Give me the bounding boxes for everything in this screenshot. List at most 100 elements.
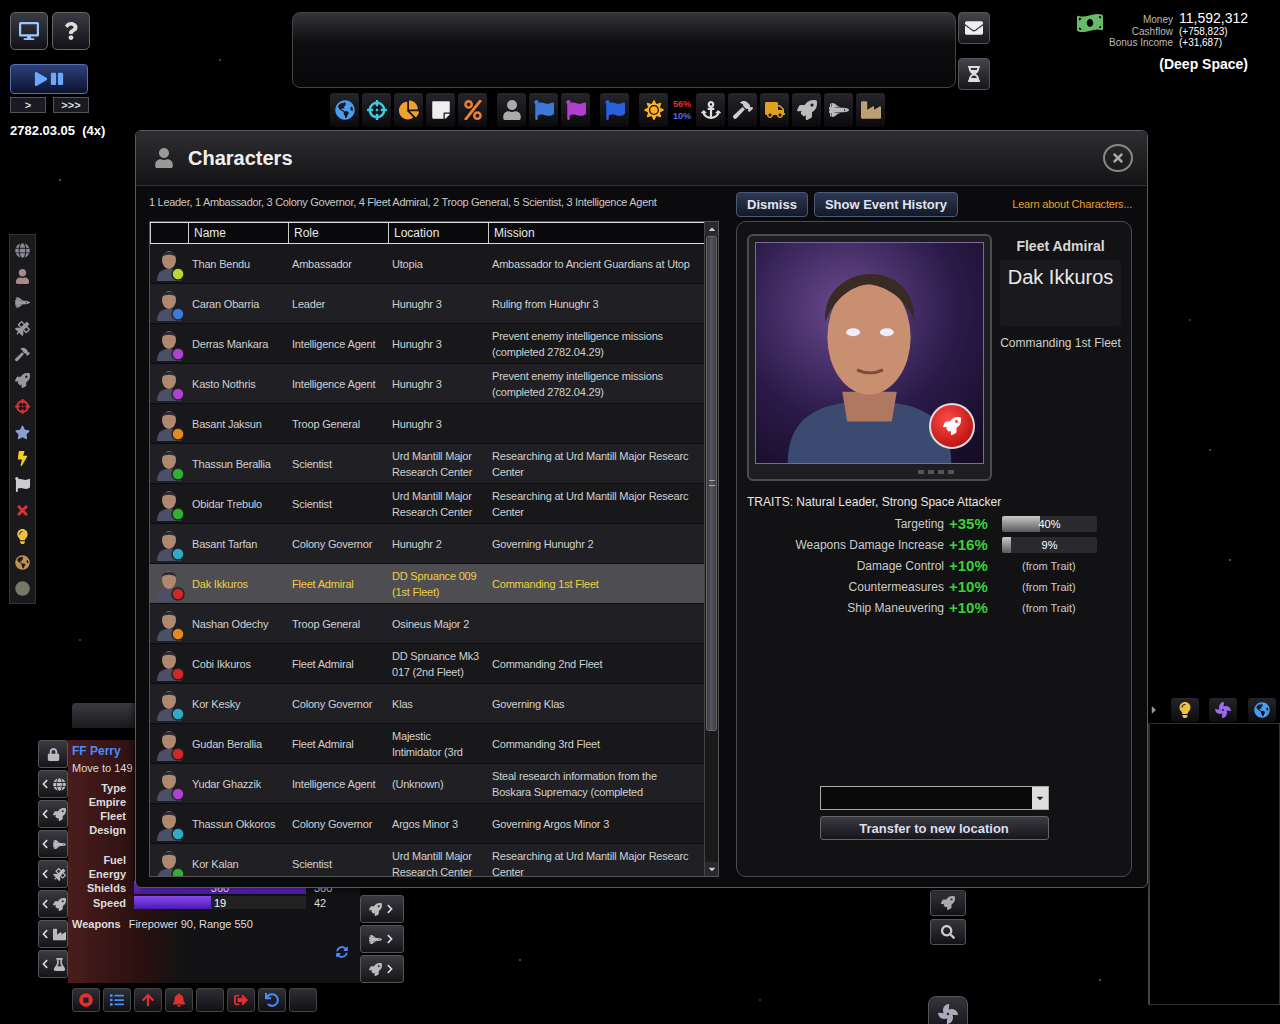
speed-button[interactable]: >	[10, 97, 46, 113]
toolbar-button[interactable]	[824, 93, 853, 127]
table-row[interactable]: Kor KalanScientistUrd Mantill MajorResea…	[150, 844, 704, 877]
map-tool-button[interactable]	[930, 890, 966, 916]
ship-action-button[interactable]	[165, 988, 193, 1012]
ship-nav-button[interactable]	[38, 770, 68, 798]
ship-label: Speed	[72, 897, 126, 909]
ship-nav-button[interactable]	[360, 895, 404, 923]
toolbar-button[interactable]	[856, 93, 885, 127]
table-row[interactable]: Basant TarfanColony GovernorHunughr 2Gov…	[150, 524, 704, 564]
learn-link[interactable]: Learn about Characters...	[1012, 198, 1132, 210]
zoom-button[interactable]	[930, 919, 966, 945]
ship-action-button[interactable]	[134, 988, 162, 1012]
dock-button[interactable]	[1248, 698, 1276, 722]
left-toolbar-button[interactable]	[10, 445, 35, 471]
left-toolbar-button[interactable]	[10, 497, 35, 523]
toolbar-button[interactable]	[561, 93, 590, 127]
toolbar-button[interactable]	[394, 93, 423, 127]
ship-nav-button[interactable]	[38, 800, 68, 828]
scrollbar[interactable]	[704, 222, 718, 876]
ship-action-button[interactable]	[72, 988, 100, 1012]
ship-nav-button[interactable]	[38, 950, 68, 978]
scroll-thumb[interactable]	[706, 236, 717, 731]
character-avatar-icon	[153, 847, 185, 878]
speed-button[interactable]: >>>	[53, 97, 89, 113]
left-toolbar-button[interactable]	[10, 289, 35, 315]
left-toolbar-button[interactable]	[10, 523, 35, 549]
scroll-up[interactable]	[705, 222, 718, 236]
toolbar-button[interactable]	[362, 93, 391, 127]
toolbar-button[interactable]	[728, 93, 757, 127]
left-toolbar-button[interactable]	[10, 263, 35, 289]
left-toolbar-button[interactable]	[10, 471, 35, 497]
close-button[interactable]	[1103, 144, 1133, 172]
left-toolbar-button[interactable]	[10, 341, 35, 367]
left-toolbar-button[interactable]	[10, 419, 35, 445]
left-toolbar	[9, 234, 36, 604]
table-row[interactable]: Kor KeskyColony GovernorKlasGoverning Kl…	[150, 684, 704, 724]
toolbar-button[interactable]	[792, 93, 821, 127]
toolbar-button[interactable]	[696, 93, 725, 127]
left-toolbar-button[interactable]	[10, 367, 35, 393]
galaxy-map-button[interactable]	[928, 996, 968, 1024]
header-cell[interactable]: Location	[388, 223, 488, 243]
transfer-button[interactable]: Transfer to new location	[820, 816, 1049, 840]
toolbar-button[interactable]	[458, 93, 487, 127]
left-toolbar-button[interactable]	[10, 549, 35, 575]
ship-action-button[interactable]	[258, 988, 286, 1012]
ship-nav-button[interactable]	[38, 740, 68, 768]
toolbar-button[interactable]	[497, 93, 526, 127]
cell-line: Osineus Major 2	[392, 616, 484, 632]
table-row[interactable]: Cobi IkkurosFleet AdmiralDD Spruance Mk3…	[150, 644, 704, 684]
cell-line: Governing Argos Minor 3	[492, 816, 700, 832]
header-cell[interactable]: Name	[188, 223, 288, 243]
table-row[interactable]: Obidar TrebuloScientistUrd Mantill Major…	[150, 484, 704, 524]
action-button[interactable]: Show Event History	[814, 192, 958, 217]
header-cell[interactable]: Role	[288, 223, 388, 243]
table-row[interactable]: Kasto NothrisIntelligence AgentHunughr 3…	[150, 364, 704, 404]
left-toolbar-button[interactable]	[10, 575, 35, 601]
toolbar-button[interactable]	[426, 93, 455, 127]
ship-nav-button[interactable]	[38, 920, 68, 948]
dock-button[interactable]	[1209, 698, 1237, 722]
table-row[interactable]: Thassun OkkorosColony GovernorArgos Mino…	[150, 804, 704, 844]
toolbar-button[interactable]	[600, 93, 629, 127]
table-row[interactable]: Than BenduAmbassadorUtopiaAmbassador to …	[150, 244, 704, 284]
main-menu-button[interactable]	[10, 12, 48, 50]
ship-action-button[interactable]	[196, 988, 224, 1012]
ship-nav-button[interactable]	[38, 890, 68, 918]
ship-action-button[interactable]	[103, 988, 131, 1012]
dropdown-arrow[interactable]	[1032, 787, 1048, 809]
table-row[interactable]: Thassun BeralliaScientistUrd Mantill Maj…	[150, 444, 704, 484]
location-dropdown[interactable]	[820, 786, 1049, 810]
left-toolbar-button[interactable]	[10, 315, 35, 341]
table-row[interactable]: Yudar GhazzikIntelligence Agent(Unknown)…	[150, 764, 704, 804]
ship-nav-button[interactable]	[38, 830, 68, 858]
scroll-down[interactable]	[705, 862, 718, 876]
action-button[interactable]: Dismiss	[736, 192, 808, 217]
table-row[interactable]: Basant JaksunTroop GeneralHunughr 3	[150, 404, 704, 444]
table-row[interactable]: Dak IkkurosFleet AdmiralDD Spruance 009(…	[150, 564, 704, 604]
table-row[interactable]: Gudan BeralliaFleet AdmiralMajesticIntim…	[150, 724, 704, 764]
toolbar-button[interactable]	[330, 93, 359, 127]
toolbar-button[interactable]	[760, 93, 789, 127]
table-row[interactable]: Nashan OdechyTroop GeneralOsineus Major …	[150, 604, 704, 644]
help-button[interactable]	[52, 12, 90, 50]
bolt-icon	[15, 451, 30, 466]
toolbar-button[interactable]	[639, 93, 668, 127]
table-row[interactable]: Derras MankaraIntelligence AgentHunughr …	[150, 324, 704, 364]
toolbar-button[interactable]	[529, 93, 558, 127]
table-row[interactable]: Caran ObarriaLeaderHunughr 3Ruling from …	[150, 284, 704, 324]
ship-nav-button[interactable]	[38, 860, 68, 888]
header-cell[interactable]: Mission	[488, 223, 704, 243]
messages-button[interactable]	[958, 12, 990, 44]
dock-button[interactable]	[1171, 698, 1199, 722]
ship-action-button[interactable]	[227, 988, 255, 1012]
ship-nav-button[interactable]	[360, 925, 404, 953]
ship-action-button[interactable]	[289, 988, 317, 1012]
left-toolbar-button[interactable]	[10, 237, 35, 263]
left-toolbar-button[interactable]	[10, 393, 35, 419]
mission-cell: Prevent enemy intelligence missions(comp…	[488, 324, 704, 363]
play-pause-button[interactable]	[10, 64, 88, 94]
history-button[interactable]	[958, 58, 990, 90]
ship-nav-button[interactable]	[360, 955, 404, 983]
